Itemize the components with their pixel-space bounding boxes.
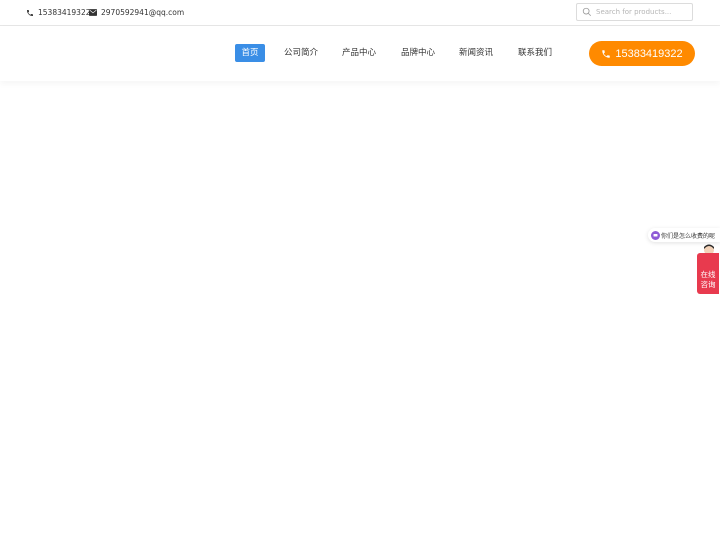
chat-preview-bubble[interactable]: 你们是怎么收费的呢 [648, 228, 720, 242]
search-input[interactable] [596, 5, 686, 19]
phone-icon [602, 49, 611, 58]
chat-bubble-text: 你们是怎么收费的呢 [661, 232, 716, 240]
chat-icon [651, 230, 660, 240]
top-phone[interactable]: 15383419322 [26, 8, 91, 17]
consult-label-line1: 在线 [700, 270, 716, 279]
nav-company-intro[interactable]: 公司简介 [281, 44, 321, 62]
nav-products[interactable]: 产品中心 [339, 44, 379, 62]
mail-icon [89, 9, 97, 16]
online-consult-button[interactable]: 在线 咨询 [697, 253, 719, 294]
phone-button-label: 15383419322 [615, 47, 683, 60]
nav-home[interactable]: 首页 [235, 44, 265, 62]
top-phone-text: 15383419322 [38, 8, 91, 17]
top-bar: 15383419322 2970592941@qq.com [0, 0, 720, 26]
search-icon[interactable] [582, 7, 592, 17]
main-header: 首页 公司简介 产品中心 品牌中心 新闻资讯 联系我们 15383419322 [0, 26, 720, 81]
top-email[interactable]: 2970592941@qq.com [89, 8, 184, 17]
nav-news[interactable]: 新闻资讯 [456, 44, 496, 62]
nav-brands[interactable]: 品牌中心 [398, 44, 438, 62]
top-email-text: 2970592941@qq.com [101, 8, 185, 17]
phone-call-button[interactable]: 15383419322 [589, 41, 695, 66]
nav-contact[interactable]: 联系我们 [515, 44, 555, 62]
consult-label-line2: 咨询 [700, 280, 716, 289]
search-box [576, 3, 693, 21]
phone-icon [27, 9, 33, 16]
